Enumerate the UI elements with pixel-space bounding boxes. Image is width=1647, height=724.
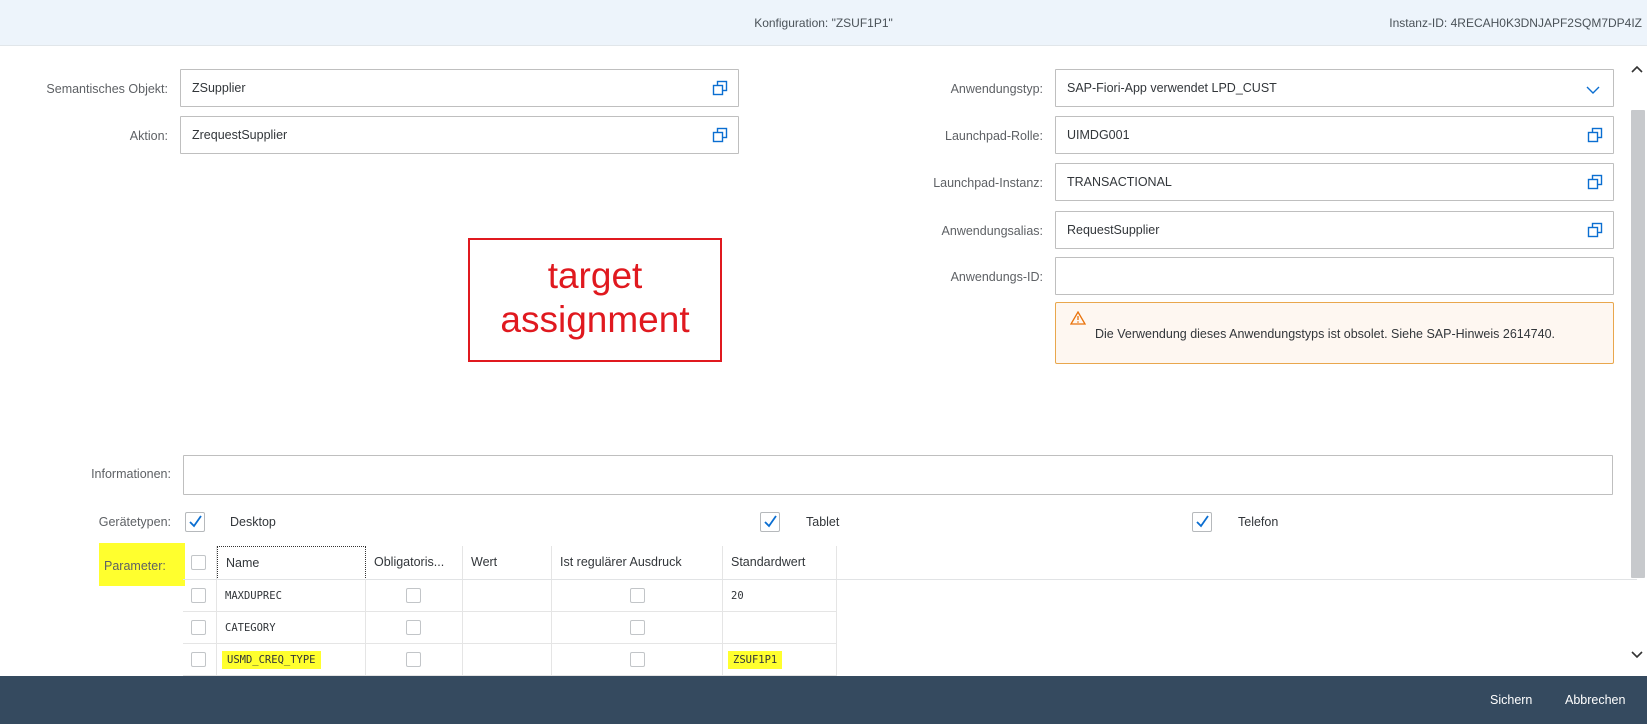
semantic-object-value: ZSupplier xyxy=(192,81,246,95)
value-help-icon[interactable] xyxy=(1587,222,1603,238)
value-help-icon[interactable] xyxy=(712,80,728,96)
row-checkbox[interactable] xyxy=(191,652,206,667)
select-all-cell xyxy=(183,546,217,580)
information-label: Informationen: xyxy=(91,467,171,481)
phone-label: Telefon xyxy=(1238,515,1279,529)
param-name: CATEGORY xyxy=(217,612,366,644)
semantic-object-label: Semantisches Objekt: xyxy=(46,82,168,96)
action-label: Aktion: xyxy=(129,129,168,143)
select-all-checkbox[interactable] xyxy=(191,555,206,570)
mandatory-cell xyxy=(366,580,463,612)
column-mandatory[interactable]: Obligatoris... xyxy=(366,546,463,580)
launchpad-role-field[interactable]: UIMDG001 xyxy=(1055,116,1614,154)
table-row[interactable]: CATEGORY xyxy=(183,612,837,644)
regex-checkbox[interactable] xyxy=(630,652,645,667)
desktop-label: Desktop xyxy=(230,515,276,529)
app-type-select[interactable]: SAP-Fiori-App verwendet LPD_CUST xyxy=(1055,69,1614,107)
checkmark-icon xyxy=(189,515,202,528)
parameter-table-header: Name Obligatoris... Wert Ist regulärer A… xyxy=(183,546,837,580)
column-default[interactable]: Standardwert xyxy=(723,546,837,580)
launchpad-role-value: UIMDG001 xyxy=(1067,128,1130,142)
table-row[interactable]: USMD_CREQ_TYPE ZSUF1P1 xyxy=(183,644,837,676)
app-alias-value: RequestSupplier xyxy=(1067,223,1160,237)
app-alias-label: Anwendungsalias: xyxy=(941,224,1043,238)
app-id-label: Anwendungs-ID: xyxy=(950,270,1043,284)
launchpad-instance-field[interactable]: TRANSACTIONAL xyxy=(1055,163,1614,201)
action-value: ZrequestSupplier xyxy=(192,128,288,142)
warning-message: Die Verwendung dieses Anwendungstyps ist… xyxy=(1055,302,1614,364)
value-help-icon[interactable] xyxy=(1587,174,1603,190)
mandatory-checkbox[interactable] xyxy=(406,652,421,667)
value-help-icon[interactable] xyxy=(712,127,728,143)
desktop-checkbox[interactable] xyxy=(185,512,205,532)
regex-checkbox[interactable] xyxy=(630,620,645,635)
row-select-cell xyxy=(183,580,217,612)
param-default-cell: ZSUF1P1 xyxy=(723,644,837,676)
param-default-highlighted: ZSUF1P1 xyxy=(728,651,783,669)
checkmark-icon xyxy=(1196,515,1209,528)
chevron-down-icon[interactable] xyxy=(1586,83,1600,98)
device-types-label: Gerätetypen: xyxy=(98,515,171,529)
cancel-button[interactable]: Abbrechen xyxy=(1565,693,1625,707)
regex-checkbox[interactable] xyxy=(630,588,645,603)
app-type-value: SAP-Fiori-App verwendet LPD_CUST xyxy=(1067,81,1277,95)
header-bar: Konfiguration: "ZSUF1P1" Instanz-ID: 4RE… xyxy=(0,0,1647,46)
footer-toolbar: Sichern Abbrechen xyxy=(0,676,1647,724)
instance-id: Instanz-ID: 4RECAH0K3DNJAPF2SQM7DP4IZ xyxy=(1389,16,1642,30)
phone-checkbox[interactable] xyxy=(1192,512,1212,532)
warning-icon xyxy=(1069,310,1087,328)
param-name: MAXDUPREC xyxy=(217,580,366,612)
row-select-cell xyxy=(183,644,217,676)
information-field[interactable] xyxy=(183,455,1613,495)
mandatory-checkbox[interactable] xyxy=(406,588,421,603)
save-button[interactable]: Sichern xyxy=(1490,693,1532,707)
column-value[interactable]: Wert xyxy=(463,546,552,580)
param-name-highlighted: USMD_CREQ_TYPE xyxy=(222,651,321,669)
param-value xyxy=(463,580,552,612)
parameter-label-highlight: Parameter: xyxy=(99,543,185,586)
regex-cell xyxy=(552,644,723,676)
tablet-checkbox[interactable] xyxy=(760,512,780,532)
regex-cell xyxy=(552,612,723,644)
value-help-icon[interactable] xyxy=(1587,127,1603,143)
row-checkbox[interactable] xyxy=(191,620,206,635)
scroll-down-icon[interactable] xyxy=(1631,647,1643,662)
regex-cell xyxy=(552,580,723,612)
semantic-object-field[interactable]: ZSupplier xyxy=(180,69,739,107)
table-row[interactable]: MAXDUPREC 20 xyxy=(183,580,837,612)
warning-text: Die Verwendung dieses Anwendungstyps ist… xyxy=(1095,327,1556,341)
app-id-field[interactable] xyxy=(1055,257,1614,295)
app-alias-field[interactable]: RequestSupplier xyxy=(1055,211,1614,249)
parameter-label: Parameter: xyxy=(104,559,166,573)
scrollbar-thumb[interactable] xyxy=(1631,110,1645,578)
column-regex[interactable]: Ist regulärer Ausdruck xyxy=(552,546,723,580)
param-name-cell: USMD_CREQ_TYPE xyxy=(217,644,366,676)
app-type-label: Anwendungstyp: xyxy=(950,82,1043,96)
launchpad-role-label: Launchpad-Rolle: xyxy=(945,129,1043,143)
column-name[interactable]: Name xyxy=(217,546,366,580)
mandatory-cell xyxy=(366,644,463,676)
action-field[interactable]: ZrequestSupplier xyxy=(180,116,739,154)
mandatory-cell xyxy=(366,612,463,644)
scroll-up-icon[interactable] xyxy=(1631,61,1643,76)
target-assignment-annotation: target assignment xyxy=(468,238,722,362)
row-checkbox[interactable] xyxy=(191,588,206,603)
mandatory-checkbox[interactable] xyxy=(406,620,421,635)
param-value xyxy=(463,612,552,644)
annotation-line-1: target xyxy=(547,255,643,296)
param-default: 20 xyxy=(723,580,837,612)
param-value xyxy=(463,644,552,676)
launchpad-instance-label: Launchpad-Instanz: xyxy=(933,176,1043,190)
checkmark-icon xyxy=(764,515,777,528)
param-default xyxy=(723,612,837,644)
row-select-cell xyxy=(183,612,217,644)
vertical-scrollbar[interactable] xyxy=(1628,55,1647,675)
annotation-line-2: assignment xyxy=(500,299,690,340)
launchpad-instance-value: TRANSACTIONAL xyxy=(1067,175,1172,189)
tablet-label: Tablet xyxy=(806,515,840,529)
